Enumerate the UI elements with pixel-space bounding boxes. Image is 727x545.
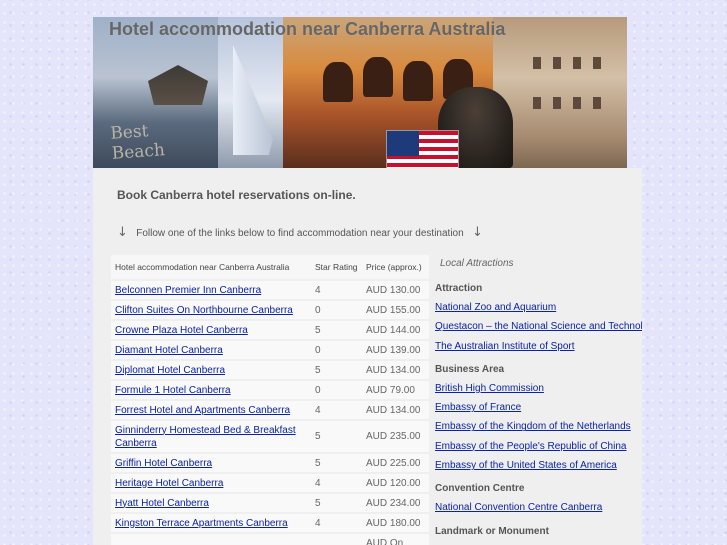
camel-image [403,61,433,101]
table-row: Kingston Terrace Apartments Canberra 4 A… [111,512,429,532]
hotel-link[interactable]: Griffin Hotel Canberra [115,458,212,469]
attraction-link[interactable]: The Australian Institute of Sport [435,337,642,356]
star-rating: 4 [311,279,362,299]
price: AUD 79.00 [362,379,429,399]
attraction-link[interactable]: Embassy of the People's Republic of Chin… [435,437,642,456]
beach-caption-line2: Beach [111,140,166,164]
price: AUD On [362,532,429,545]
table-row: Forrest Hotel and Apartments Canberra 4 … [111,399,429,419]
table-row: Belconnen Premier Inn Canberra 4 AUD 130… [111,279,429,299]
window-shape [553,97,561,109]
attraction-link[interactable]: British High Commission [435,379,642,398]
table-row: Formule 1 Hotel Canberra 0 AUD 79.00 [111,379,429,399]
page-title: Hotel accommodation near Canberra Austra… [109,19,506,39]
hotel-link[interactable]: Belconnen Premier Inn Canberra [115,285,261,296]
hotel-table: Hotel accommodation near Canberra Austra… [111,255,429,545]
local-attractions-sidebar: Local Attractions Attraction National Zo… [435,255,642,541]
window-shape [593,97,601,109]
content-panel: Book Canberra hotel reservations on-line… [93,168,642,545]
hotel-link[interactable]: Crowne Plaza Hotel Canberra [115,325,248,336]
column-header-hotel: Hotel accommodation near Canberra Austra… [111,255,311,279]
window-shape [573,97,581,109]
attraction-link[interactable]: National Zoo and Aquarium [435,298,642,317]
star-rating: 0 [311,339,362,359]
attraction-link[interactable]: Questacon – the National Science and Tec… [435,317,642,336]
down-arrow-icon: ↓ [472,225,483,240]
table-row: Griffin Hotel Canberra 5 AUD 225.00 [111,452,429,472]
section-heading: Convention Centre [435,483,525,495]
header-banner: Best Beach Hotel accommodation near Canb… [93,17,627,168]
hotel-link[interactable]: Heritage Hotel Canberra [115,478,223,489]
us-flag-image [386,130,459,168]
hotel-link[interactable]: Formule 1 Hotel Canberra [115,385,231,396]
price: AUD 130.00 [362,279,429,299]
table-row: Diamant Hotel Canberra 0 AUD 139.00 [111,339,429,359]
table-row: AUD On [111,532,429,545]
down-arrow-icon: ↓ [117,225,128,240]
table-row: Heritage Hotel Canberra 4 AUD 120.00 [111,472,429,492]
column-header-price: Price (approx.) [362,255,429,279]
hotel-link[interactable]: Ginninderry Homestead Bed & Breakfast Ca… [115,425,296,449]
table-row: Clifton Suites On Northbourne Canberra 0… [111,299,429,319]
star-rating: 4 [311,512,362,532]
attraction-link[interactable]: Embassy of the United States of America [435,456,642,475]
column-header-stars: Star Rating [311,255,362,279]
window-shape [533,97,541,109]
booking-headline: Book Canberra hotel reservations on-line… [117,188,356,202]
section-heading: Landmark or Monument [435,525,549,537]
window-shape [593,57,601,69]
star-rating [311,532,362,545]
price: AUD 155.00 [362,299,429,319]
sidebar-title: Local Attractions [440,258,514,269]
price: AUD 225.00 [362,452,429,472]
price: AUD 234.00 [362,492,429,512]
price: AUD 180.00 [362,512,429,532]
window-shape [533,57,541,69]
star-rating: 0 [311,379,362,399]
table-row: Ginninderry Homestead Bed & Breakfast Ca… [111,419,429,452]
star-rating: 5 [311,419,362,452]
table-row: Hyatt Hotel Canberra 5 AUD 234.00 [111,492,429,512]
hotel-link[interactable]: Clifton Suites On Northbourne Canberra [115,305,293,316]
star-rating: 5 [311,492,362,512]
hotel-link[interactable]: Diplomat Hotel Canberra [115,365,225,376]
hotel-link[interactable]: Hyatt Hotel Canberra [115,498,209,509]
star-rating: 5 [311,319,362,339]
beach-caption: Best Beach [110,120,166,164]
hotel-link[interactable]: Diamant Hotel Canberra [115,345,223,356]
section-heading: Attraction [435,283,483,294]
banner-photo-building [493,17,627,168]
star-rating: 5 [311,359,362,379]
price: AUD 235.00 [362,419,429,452]
hotel-link[interactable]: Kingston Terrace Apartments Canberra [115,518,288,529]
price: AUD 139.00 [362,339,429,359]
camel-image [323,62,353,102]
attraction-link[interactable]: National Convention Centre Canberra [435,498,642,517]
star-rating: 0 [311,299,362,319]
window-shape [573,57,581,69]
table-row: Crowne Plaza Hotel Canberra 5 AUD 144.00 [111,319,429,339]
star-rating: 4 [311,472,362,492]
attraction-link[interactable]: Embassy of France [435,398,642,417]
hotel-link[interactable]: Forrest Hotel and Apartments Canberra [115,405,290,416]
flag-union [387,131,419,156]
window-shape [553,57,561,69]
table-row: Diplomat Hotel Canberra 5 AUD 134.00 [111,359,429,379]
star-rating: 4 [311,399,362,419]
attraction-link[interactable]: Embassy of the Kingdom of the Netherland… [435,417,642,436]
price: AUD 134.00 [362,399,429,419]
instruction-line: ↓ Follow one of the links below to find … [117,225,483,240]
star-rating: 5 [311,452,362,472]
camel-image [363,57,393,97]
price: AUD 134.00 [362,359,429,379]
instruction-text: Follow one of the links below to find ac… [136,228,464,239]
price: AUD 144.00 [362,319,429,339]
section-heading: Business Area [435,363,505,375]
price: AUD 120.00 [362,472,429,492]
